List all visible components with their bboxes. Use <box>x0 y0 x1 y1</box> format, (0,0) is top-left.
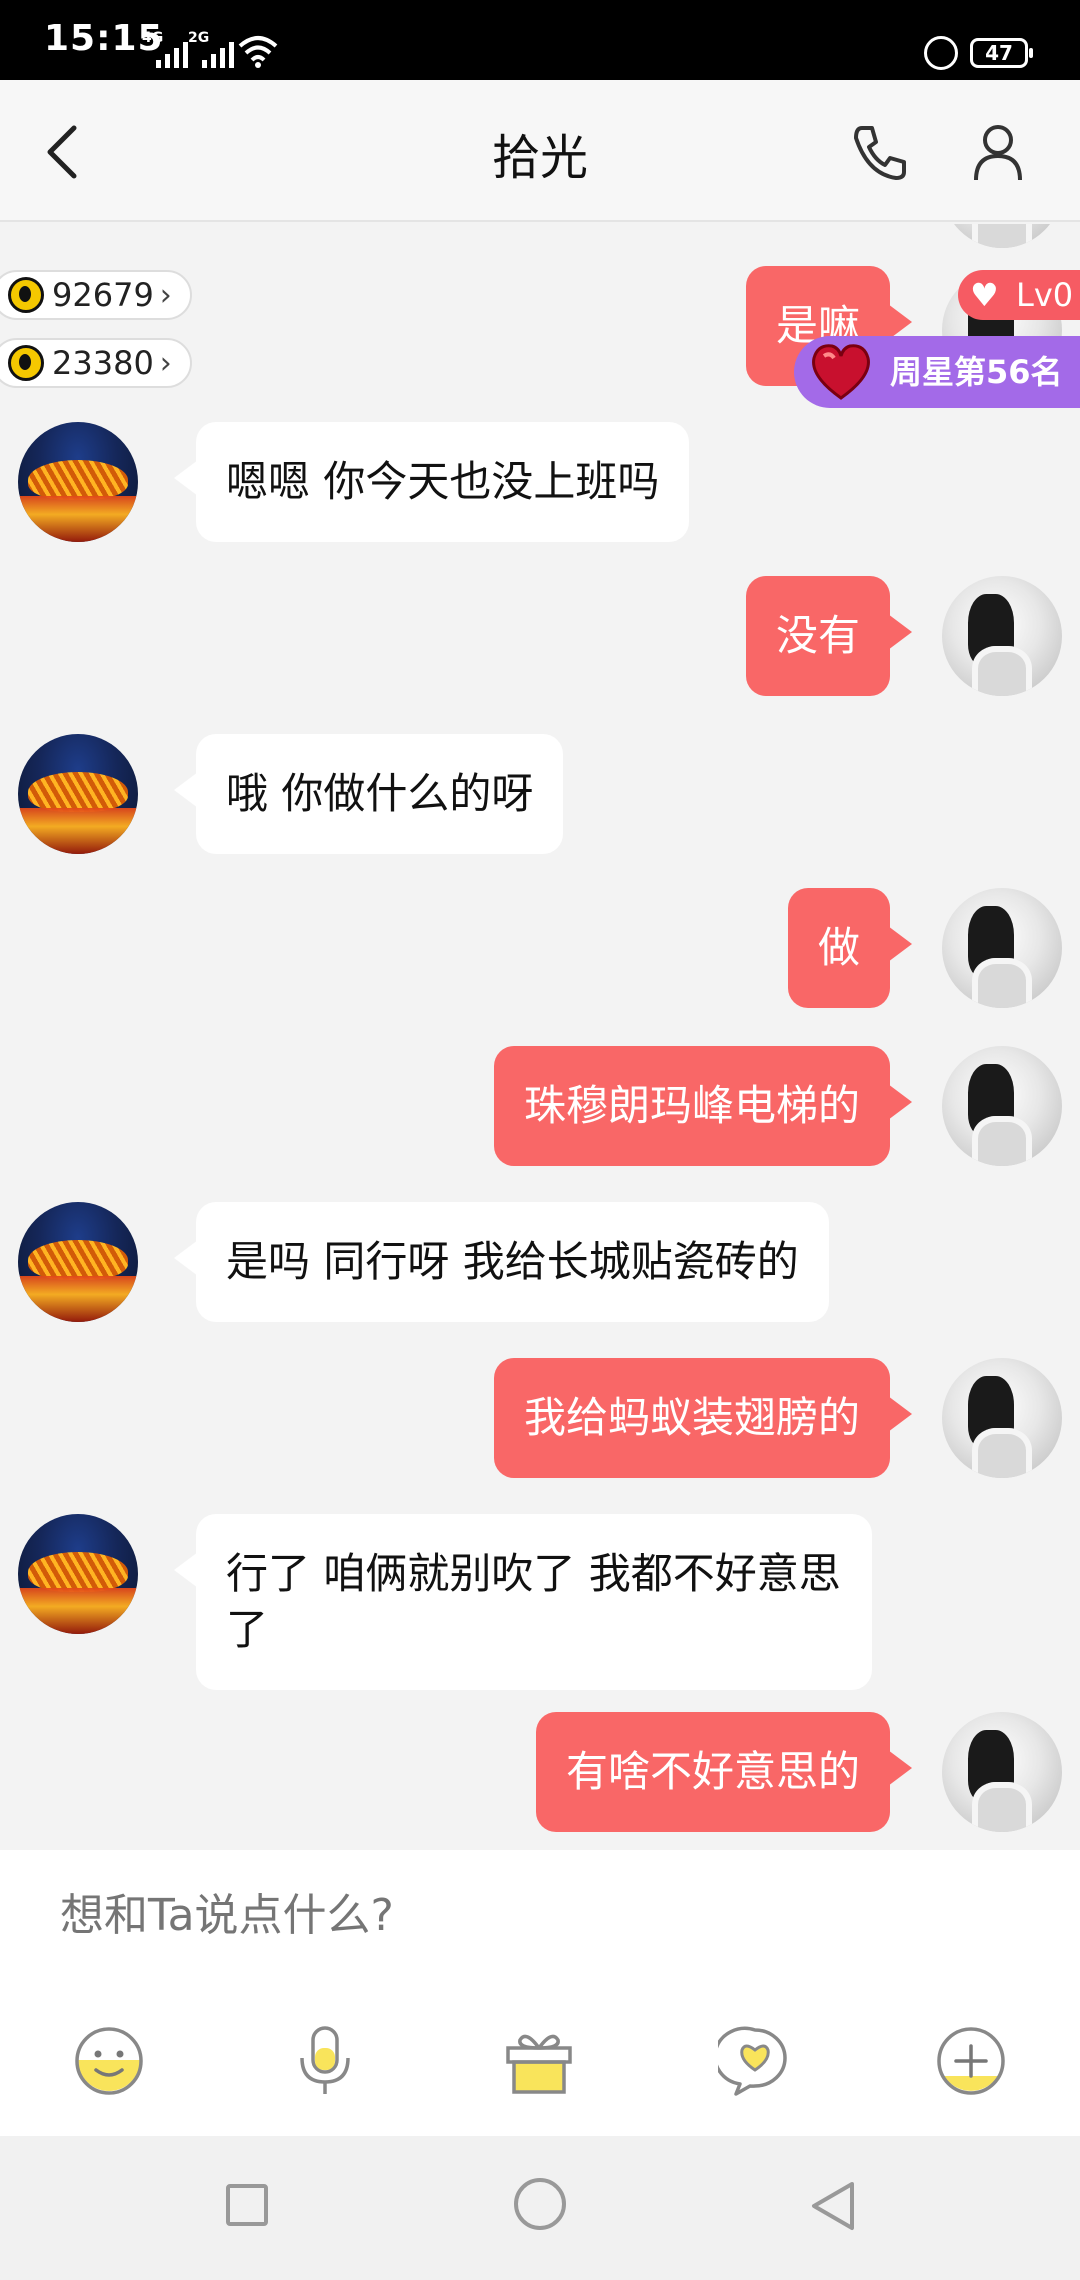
avatar-contact[interactable] <box>18 422 138 542</box>
chevron-right-icon: › <box>159 345 172 381</box>
avatar-contact[interactable] <box>18 734 138 854</box>
message-composer <box>0 1850 1080 2136</box>
emoji-icon[interactable] <box>72 2024 146 2098</box>
coin-balance-pill[interactable]: 92679 › <box>0 270 192 320</box>
avatar-self[interactable] <box>942 1712 1062 1832</box>
avatar-contact[interactable] <box>18 1202 138 1322</box>
avatar-contact[interactable] <box>18 1514 138 1634</box>
red-heart-icon <box>812 344 870 400</box>
avatar-self[interactable] <box>942 576 1062 696</box>
chat-message-list[interactable]: 92679 › 23380 › 是嘛 ♥ Lv0 周星第56名 嗯嗯 你今天也没… <box>0 224 1080 1850</box>
avatar-self[interactable] <box>942 224 1062 248</box>
home-icon[interactable] <box>514 2178 566 2230</box>
message-bubble-incoming[interactable]: 哦 你做什么的呀 <box>173 734 564 854</box>
battery-indicator: 47 <box>970 38 1033 68</box>
level-badge[interactable]: ♥ Lv0 <box>958 270 1080 320</box>
heart-chat-icon[interactable] <box>718 2024 792 2098</box>
message-bubble-incoming[interactable]: 是吗 同行呀 我给长城贴瓷砖的 <box>174 1202 829 1322</box>
plus-icon[interactable] <box>934 2024 1008 2098</box>
scholar-balance-pill[interactable]: 23380 › <box>0 338 192 388</box>
message-bubble-outgoing[interactable]: 做 <box>787 888 913 1008</box>
avatar-self[interactable] <box>942 888 1062 1008</box>
weekly-rank-badge[interactable]: 周星第56名 <box>794 336 1080 408</box>
message-bubble-outgoing[interactable]: 我给蚂蚁装翅膀的 <box>493 1358 913 1478</box>
avatar-self[interactable] <box>942 1358 1062 1478</box>
rotation-lock-icon <box>924 36 958 70</box>
message-bubble-incoming[interactable]: 嗯嗯 你今天也没上班吗 <box>173 422 690 542</box>
profile-icon[interactable] <box>966 120 1030 184</box>
status-bar: 15:15 4G 2G 47 <box>0 0 1080 80</box>
system-back-icon[interactable] <box>808 2180 858 2232</box>
chat-title: 拾光 <box>491 130 588 186</box>
recent-apps-icon[interactable] <box>226 2184 268 2226</box>
message-bubble-incoming[interactable]: 行了 咱俩就别吹了 我都不好意思了 <box>174 1514 872 1690</box>
coin-icon <box>8 277 44 313</box>
message-bubble-outgoing[interactable]: 珠穆朗玛峰电梯的 <box>493 1046 913 1166</box>
message-input[interactable] <box>60 1890 960 1941</box>
system-navigation-bar <box>0 2136 1080 2280</box>
chat-header: 拾光 <box>0 80 1080 222</box>
wifi-icon <box>238 36 278 68</box>
phone-icon[interactable] <box>848 120 912 184</box>
chevron-right-icon: › <box>159 277 172 313</box>
message-bubble-outgoing[interactable]: 没有 <box>745 576 913 696</box>
heart-icon: ♥ <box>970 276 999 314</box>
avatar-self[interactable] <box>942 1046 1062 1166</box>
microphone-icon[interactable] <box>288 2024 362 2098</box>
gift-icon[interactable] <box>502 2024 576 2098</box>
graduation-cap-icon <box>8 345 44 381</box>
message-bubble-outgoing[interactable]: 有啥不好意思的 <box>535 1712 913 1832</box>
